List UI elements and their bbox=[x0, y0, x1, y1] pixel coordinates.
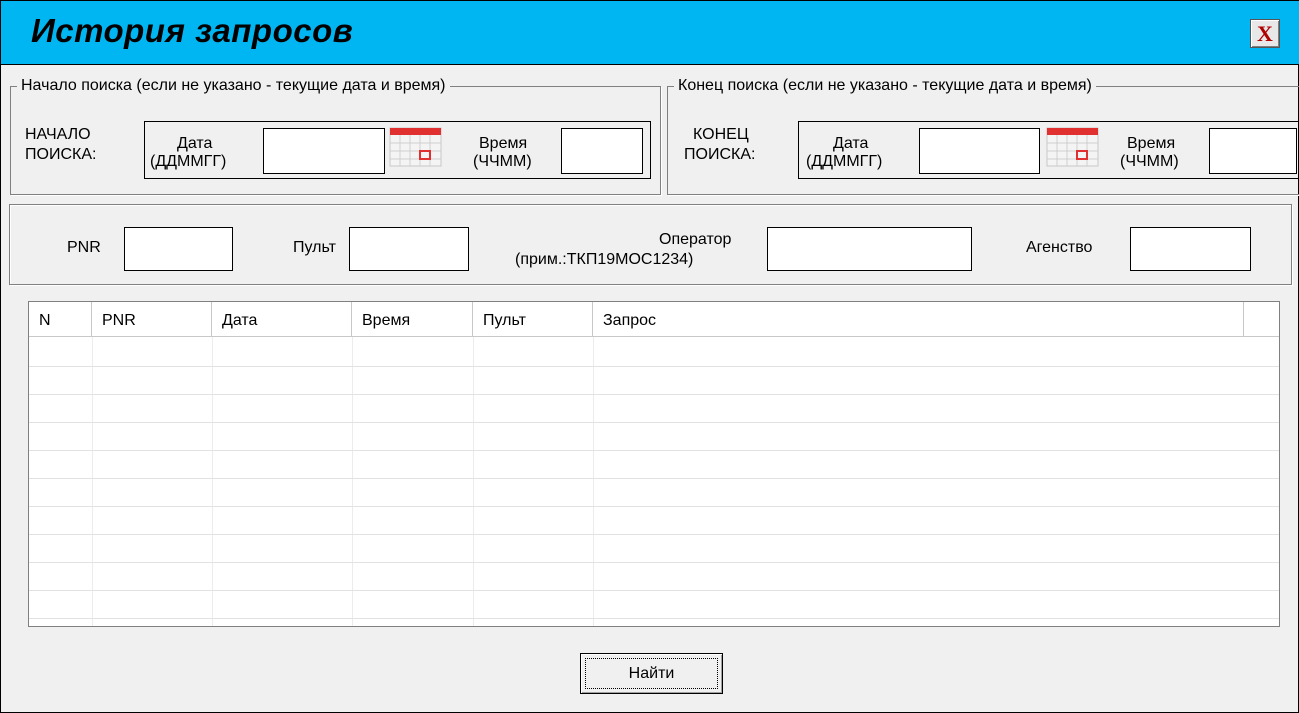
window-title: История запросов bbox=[31, 12, 354, 49]
row-divider bbox=[29, 618, 1279, 619]
start-date-label-2: (ДДММГГ) bbox=[150, 153, 227, 170]
focus-rect bbox=[585, 658, 718, 689]
col-divider bbox=[212, 337, 213, 626]
operator-label-1: Оператор bbox=[659, 231, 732, 248]
row-divider bbox=[29, 534, 1279, 535]
end-search-label-1: КОНЕЦ bbox=[693, 126, 749, 143]
start-time-label-1: Время bbox=[479, 135, 528, 152]
table-header: N PNR Дата Время Пульт Запрос bbox=[29, 302, 1279, 337]
end-search-legend: Конец поиска (если не указано - текущие … bbox=[678, 77, 1092, 94]
end-time-label-1: Время bbox=[1127, 135, 1176, 152]
close-button[interactable]: X bbox=[1250, 19, 1280, 48]
agency-input[interactable] bbox=[1130, 227, 1251, 271]
col-divider bbox=[473, 337, 474, 626]
start-search-label-1: НАЧАЛО bbox=[25, 126, 91, 143]
col-header-date[interactable]: Дата bbox=[212, 302, 352, 337]
operator-label-2: (прим.:ТКП19МОС1234) bbox=[515, 251, 694, 268]
row-divider bbox=[29, 506, 1279, 507]
request-history-window: История запросов X Начало поиска (если н… bbox=[0, 0, 1299, 713]
col-divider bbox=[593, 337, 594, 626]
end-date-label-2: (ДДММГГ) bbox=[806, 153, 883, 170]
row-divider bbox=[29, 450, 1279, 451]
col-header-filler bbox=[1244, 302, 1279, 337]
end-calendar-icon[interactable] bbox=[1046, 127, 1099, 167]
row-divider bbox=[29, 590, 1279, 591]
agency-label: Агенство bbox=[1026, 239, 1093, 256]
start-calendar-icon[interactable] bbox=[389, 127, 442, 167]
pnr-input[interactable] bbox=[124, 227, 233, 271]
start-time-input[interactable] bbox=[561, 128, 643, 174]
start-date-input[interactable] bbox=[263, 128, 385, 174]
col-header-n[interactable]: N bbox=[29, 302, 92, 337]
col-divider bbox=[92, 337, 93, 626]
col-header-pult[interactable]: Пульт bbox=[473, 302, 593, 337]
end-date-input[interactable] bbox=[919, 128, 1040, 174]
row-divider bbox=[29, 478, 1279, 479]
pult-label: Пульт bbox=[293, 239, 336, 256]
operator-input[interactable] bbox=[767, 227, 972, 271]
pult-input[interactable] bbox=[349, 227, 469, 271]
title-bar: История запросов X bbox=[1, 1, 1299, 65]
close-icon: X bbox=[1257, 21, 1273, 46]
col-header-time[interactable]: Время bbox=[352, 302, 473, 337]
pnr-label: PNR bbox=[67, 239, 101, 256]
col-divider bbox=[352, 337, 353, 626]
end-search-label-2: ПОИСКА: bbox=[684, 146, 756, 163]
row-divider bbox=[29, 562, 1279, 563]
results-table[interactable]: N PNR Дата Время Пульт Запрос bbox=[28, 301, 1280, 627]
col-header-request[interactable]: Запрос bbox=[593, 302, 1244, 337]
row-divider bbox=[29, 366, 1279, 367]
end-time-label-2: (ЧЧММ) bbox=[1120, 153, 1179, 170]
row-divider bbox=[29, 422, 1279, 423]
end-date-label-1: Дата bbox=[833, 135, 869, 152]
start-time-label-2: (ЧЧММ) bbox=[473, 153, 532, 170]
find-button[interactable]: Найти bbox=[580, 653, 723, 694]
start-date-label-1: Дата bbox=[177, 135, 213, 152]
start-search-label-2: ПОИСКА: bbox=[25, 146, 97, 163]
end-time-input[interactable] bbox=[1209, 128, 1297, 174]
row-divider bbox=[29, 394, 1279, 395]
start-search-legend: Начало поиска (если не указано - текущие… bbox=[21, 77, 446, 94]
col-header-pnr[interactable]: PNR bbox=[92, 302, 212, 337]
